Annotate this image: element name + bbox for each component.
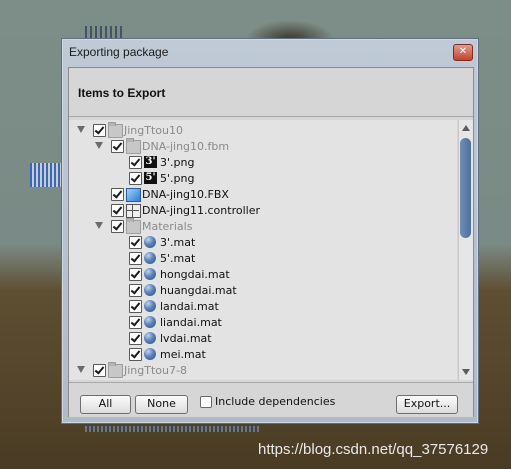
tree-item-label: DNA-jing11.controller: [142, 204, 260, 217]
export-button[interactable]: Export...: [396, 395, 458, 414]
tree-row[interactable]: DNA-jing11.controller: [69, 203, 457, 219]
tree-row[interactable]: liandai.mat: [69, 315, 457, 331]
title-bar[interactable]: Exporting package ✕: [62, 39, 478, 63]
scroll-down-arrow-icon[interactable]: [462, 369, 470, 375]
tree-row[interactable]: lvdai.mat: [69, 331, 457, 347]
image-icon: 5': [144, 172, 157, 184]
material-icon: [144, 300, 156, 312]
export-tree: JingTtou10 DNA-jing10.fbm 3' 3'.png 5' 5'.png…: [69, 120, 457, 380]
close-icon: ✕: [458, 46, 468, 57]
tree-item-label: liandai.mat: [160, 316, 222, 329]
tree-row[interactable]: DNA-jing7-8.controller: [69, 379, 457, 380]
folder-icon: [108, 362, 123, 378]
watermark: https://blog.csdn.net/qq_37576129: [258, 441, 489, 458]
folder-icon: [126, 138, 141, 154]
scroll-up-arrow-icon[interactable]: [462, 125, 470, 131]
material-icon: [144, 316, 156, 328]
material-icon: [144, 332, 156, 344]
item-checkbox[interactable]: [129, 300, 142, 313]
tree-item-label: JingTtou7-8: [124, 364, 187, 377]
material-icon: [144, 268, 156, 280]
all-button[interactable]: All: [80, 395, 131, 414]
expand-arrow-icon[interactable]: [95, 222, 103, 229]
folder-icon: [108, 122, 123, 138]
window-title: Exporting package: [69, 45, 169, 59]
tree-row[interactable]: Materials: [69, 218, 457, 235]
item-checkbox[interactable]: [129, 284, 142, 297]
tree-item-label: 3'.mat: [160, 236, 196, 249]
expand-arrow-icon[interactable]: [95, 142, 103, 149]
image-icon: 3': [144, 156, 157, 168]
tree-item-label: lvdai.mat: [160, 332, 212, 345]
item-checkbox[interactable]: [129, 348, 142, 361]
tree-row[interactable]: DNA-jing10.FBX: [69, 187, 457, 203]
close-button[interactable]: ✕: [453, 44, 473, 61]
tree-row[interactable]: 5'.mat: [69, 251, 457, 267]
tree-item-label: 5'.png: [160, 172, 195, 185]
expand-arrow-icon[interactable]: [77, 126, 85, 133]
tree-row[interactable]: landai.mat: [69, 299, 457, 315]
header-title: Items to Export: [78, 86, 166, 100]
tree-item-label: mei.mat: [160, 348, 206, 361]
item-checkbox[interactable]: [129, 172, 142, 185]
model-icon: [126, 188, 141, 202]
item-checkbox[interactable]: [129, 156, 142, 169]
scrollbar-thumb[interactable]: [460, 138, 471, 238]
tree-item-label: 5'.mat: [160, 252, 196, 265]
item-checkbox[interactable]: [111, 220, 124, 233]
include-dependencies-checkbox[interactable]: [200, 396, 212, 408]
item-checkbox[interactable]: [111, 188, 124, 201]
tree-item-label: Materials: [142, 220, 193, 233]
tree-item-label: huangdai.mat: [160, 284, 237, 297]
tree-item-label: DNA-jing10.fbm: [142, 140, 230, 153]
tree-row[interactable]: JingTtou7-8: [69, 362, 457, 379]
tree-row[interactable]: hongdai.mat: [69, 267, 457, 283]
dialog-header: Items to Export: [69, 68, 473, 117]
tree-row[interactable]: 3'.mat: [69, 235, 457, 251]
item-checkbox[interactable]: [129, 236, 142, 249]
include-dependencies-label: Include dependencies: [215, 395, 336, 408]
item-checkbox[interactable]: [129, 316, 142, 329]
none-button[interactable]: None: [135, 395, 188, 414]
export-package-dialog: Exporting package ✕ Items to Export Jing…: [61, 38, 479, 424]
material-icon: [144, 236, 156, 248]
tree-row[interactable]: DNA-jing10.fbm: [69, 138, 457, 155]
material-icon: [144, 284, 156, 296]
material-icon: [144, 348, 156, 360]
scene-dna-model: [30, 163, 62, 187]
tree-item-label: DNA-jing10.FBX: [142, 188, 229, 201]
item-checkbox[interactable]: [129, 268, 142, 281]
dialog-footer: All None Include dependencies Export...: [69, 382, 473, 417]
item-checkbox[interactable]: [111, 204, 124, 217]
controller-icon: [126, 204, 141, 218]
expand-arrow-icon[interactable]: [77, 366, 85, 373]
item-checkbox[interactable]: [129, 332, 142, 345]
vertical-scrollbar[interactable]: [458, 120, 473, 380]
tree-item-label: 3'.png: [160, 156, 195, 169]
tree-row[interactable]: JingTtou10: [69, 122, 457, 139]
tree-row[interactable]: 5' 5'.png: [69, 171, 457, 187]
item-checkbox[interactable]: [111, 140, 124, 153]
item-checkbox[interactable]: [93, 364, 106, 377]
material-icon: [144, 252, 156, 264]
tree-item-label: hongdai.mat: [160, 268, 230, 281]
tree-item-label: JingTtou10: [124, 124, 183, 137]
tree-item-label: landai.mat: [160, 300, 219, 313]
scene-grid: [85, 426, 260, 432]
dialog-content: Items to Export JingTtou10 DNA-jing10.fbm…: [68, 67, 474, 417]
tree-row[interactable]: huangdai.mat: [69, 283, 457, 299]
tree-row[interactable]: 3' 3'.png: [69, 155, 457, 171]
item-checkbox[interactable]: [93, 124, 106, 137]
item-checkbox[interactable]: [129, 252, 142, 265]
tree-row[interactable]: mei.mat: [69, 347, 457, 363]
folder-icon: [126, 218, 141, 234]
